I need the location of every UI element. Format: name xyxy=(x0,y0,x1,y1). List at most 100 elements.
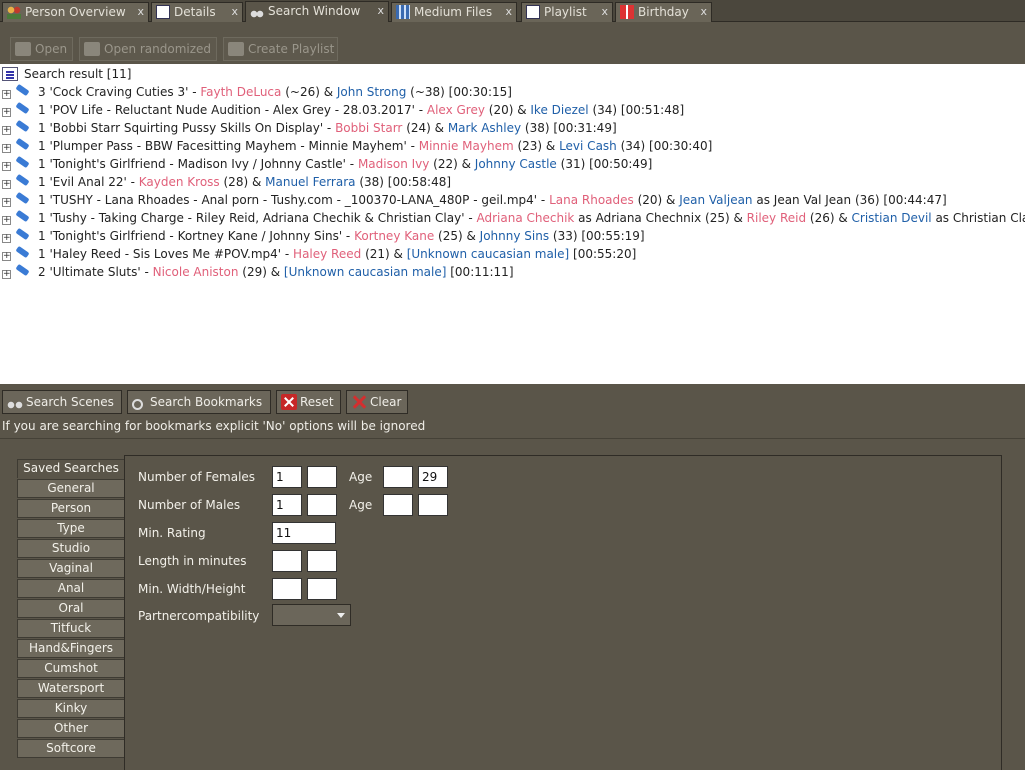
close-icon[interactable]: x xyxy=(505,3,512,21)
scene-detail: (29) & xyxy=(238,265,284,279)
result-row[interactable]: +1 'Tonight's Girlfriend - Kortney Kane … xyxy=(2,227,645,245)
tab-label: Medium Files xyxy=(414,5,493,19)
result-row[interactable]: +1 'Tushy - Taking Charge - Riley Reid, … xyxy=(2,209,1025,227)
search-result-tree[interactable]: Search result [11] +3 'Cock Craving Cuti… xyxy=(0,64,1025,384)
category-tab[interactable]: Titfuck xyxy=(17,619,125,638)
num-females-min-input[interactable]: 1 xyxy=(272,466,302,488)
open-button[interactable]: Open xyxy=(10,37,73,61)
partner-label: Partnercompatibility xyxy=(138,609,260,623)
scene-detail: (23) & xyxy=(513,139,560,153)
category-tab[interactable]: Oral xyxy=(17,599,125,618)
category-tab[interactable]: Watersport xyxy=(17,679,125,698)
male-age-max-input[interactable] xyxy=(418,494,448,516)
search-bookmarks-label: Search Bookmarks xyxy=(150,395,263,409)
clear-button[interactable]: Clear xyxy=(346,390,408,414)
expand-icon[interactable]: + xyxy=(2,270,11,279)
result-row[interactable]: +1 'Bobbi Starr Squirting Pussy Skills O… xyxy=(2,119,617,137)
tab-details[interactable]: Details x xyxy=(151,2,243,22)
result-row[interactable]: +1 'Evil Anal 22' - Kayden Kross (28) & … xyxy=(2,173,451,191)
open-randomized-button[interactable]: Open randomized xyxy=(79,37,217,61)
result-row[interactable]: +1 'TUSHY - Lana Rhoades - Anal porn - T… xyxy=(2,191,947,209)
tab-search-window[interactable]: Search Window x xyxy=(245,1,389,23)
num-females-label: Number of Females xyxy=(138,470,256,484)
expand-icon[interactable]: + xyxy=(2,198,11,207)
female-performer: Adriana Chechik xyxy=(476,211,575,225)
tab-medium-files[interactable]: Medium Files x xyxy=(391,2,517,22)
scene-title: 1 'Plumper Pass - BBW Facesitting Mayhem… xyxy=(38,139,419,153)
category-tab[interactable]: Saved Searches xyxy=(17,459,125,478)
scene-icon xyxy=(14,194,32,206)
category-tab[interactable]: Studio xyxy=(17,539,125,558)
search-scenes-button[interactable]: Search Scenes xyxy=(2,390,122,414)
result-row[interactable]: +2 'Ultimate Sluts' - Nicole Aniston (29… xyxy=(2,263,514,281)
scene-detail: as Adriana Chechnix (25) & xyxy=(574,211,747,225)
category-tab[interactable]: Cumshot xyxy=(17,659,125,678)
close-icon[interactable]: x xyxy=(700,3,707,21)
expand-icon[interactable]: + xyxy=(2,126,11,135)
expand-icon[interactable]: + xyxy=(2,144,11,153)
magnifier-icon xyxy=(132,399,143,410)
scene-detail: (~26) & xyxy=(281,85,337,99)
expand-icon[interactable]: + xyxy=(2,180,11,189)
num-females-max-input[interactable] xyxy=(307,466,337,488)
min-width-input[interactable] xyxy=(272,578,302,600)
length-min-input[interactable] xyxy=(272,550,302,572)
category-tab[interactable]: Hand&Fingers xyxy=(17,639,125,658)
expand-icon[interactable]: + xyxy=(2,234,11,243)
expand-icon[interactable]: + xyxy=(2,216,11,225)
num-males-max-input[interactable] xyxy=(307,494,337,516)
length-max-input[interactable] xyxy=(307,550,337,572)
result-row[interactable]: +3 'Cock Craving Cuties 3' - Fayth DeLuc… xyxy=(2,83,512,101)
close-icon[interactable]: x xyxy=(377,2,384,20)
female-performer: Kortney Kane xyxy=(354,229,435,243)
reset-button[interactable]: Reset xyxy=(276,390,341,414)
male-performer: Levi Cash xyxy=(559,139,617,153)
category-tab[interactable]: General xyxy=(17,479,125,498)
close-icon[interactable]: x xyxy=(137,3,144,21)
search-bookmarks-button[interactable]: Search Bookmarks xyxy=(127,390,271,414)
scene-title: 1 'Tushy - Taking Charge - Riley Reid, A… xyxy=(38,211,477,225)
tree-root[interactable]: Search result [11] xyxy=(2,66,131,82)
expand-icon[interactable]: + xyxy=(2,162,11,171)
search-controls: Search Scenes Search Bookmarks Reset Cle… xyxy=(0,384,1025,438)
category-tab[interactable]: Softcore xyxy=(17,739,125,758)
num-males-min-input[interactable]: 1 xyxy=(272,494,302,516)
playlist-icon xyxy=(228,42,244,56)
category-tab[interactable]: Person xyxy=(17,499,125,518)
category-tab[interactable]: Kinky xyxy=(17,699,125,718)
category-tab[interactable]: Type xyxy=(17,519,125,538)
gift-icon xyxy=(620,5,634,19)
male-performer: Manuel Ferrara xyxy=(265,175,356,189)
partnercompatibility-select[interactable] xyxy=(272,604,351,626)
scene-detail: (26) & xyxy=(806,211,852,225)
create-playlist-label: Create Playlist xyxy=(248,42,335,56)
min-rating-input[interactable]: 11 xyxy=(272,522,336,544)
result-row[interactable]: +1 'Haley Reed - Sis Loves Me #POV.mp4' … xyxy=(2,245,636,263)
male-performer: Ike Diezel xyxy=(530,103,589,117)
close-icon[interactable]: x xyxy=(601,3,608,21)
scene-icon xyxy=(14,122,32,134)
expand-icon[interactable]: + xyxy=(2,90,11,99)
scene-detail: [00:11:11] xyxy=(446,265,514,279)
min-height-input[interactable] xyxy=(307,578,337,600)
result-row[interactable]: +1 'Tonight's Girlfriend - Madison Ivy /… xyxy=(2,155,652,173)
category-tab[interactable]: Other xyxy=(17,719,125,738)
female-performer: Fayth DeLuca xyxy=(200,85,282,99)
female-age-max-input[interactable]: 29 xyxy=(418,466,448,488)
result-row[interactable]: +1 'Plumper Pass - BBW Facesitting Mayhe… xyxy=(2,137,712,155)
close-icon[interactable]: x xyxy=(231,3,238,21)
length-label: Length in minutes xyxy=(138,554,247,568)
category-tab[interactable]: Anal xyxy=(17,579,125,598)
category-tab[interactable]: Vaginal xyxy=(17,559,125,578)
male-age-min-input[interactable] xyxy=(383,494,413,516)
tab-playlist[interactable]: Playlist x xyxy=(521,2,613,22)
female-age-min-input[interactable] xyxy=(383,466,413,488)
tab-person-overview[interactable]: Person Overview x xyxy=(2,2,149,22)
binoculars-icon xyxy=(7,394,23,410)
result-row[interactable]: +1 'POV Life - Reluctant Nude Audition -… xyxy=(2,101,684,119)
create-playlist-button[interactable]: Create Playlist xyxy=(223,37,338,61)
tab-birthday[interactable]: Birthday x xyxy=(615,2,712,22)
expand-icon[interactable]: + xyxy=(2,108,11,117)
expand-icon[interactable]: + xyxy=(2,252,11,261)
binoculars-icon xyxy=(250,4,264,18)
